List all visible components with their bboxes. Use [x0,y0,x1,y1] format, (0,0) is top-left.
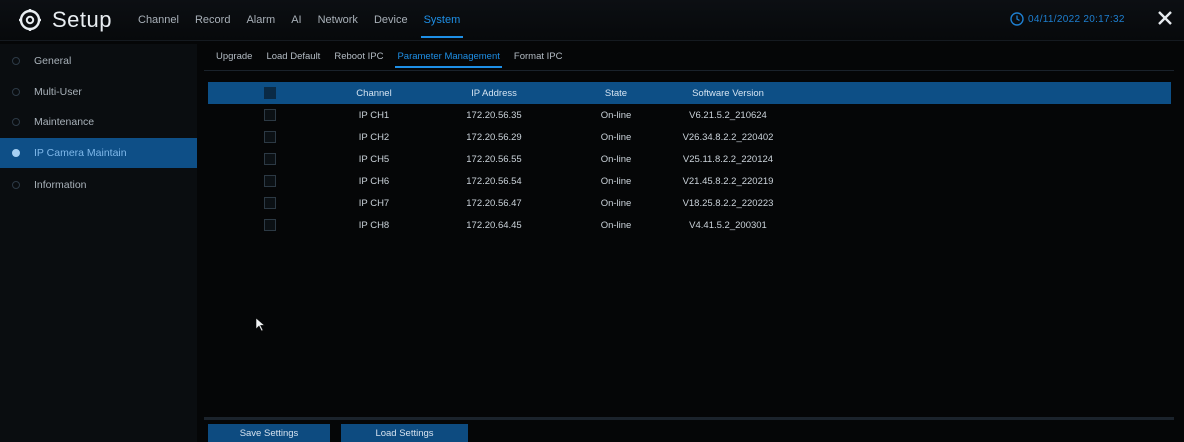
cell-channel: IP CH6 [358,175,390,187]
menu-system[interactable]: System [420,14,463,38]
cell-channel: IP CH1 [358,109,390,121]
cell-state: On-line [600,197,632,209]
cell-version: V26.34.8.2.2_220402 [682,131,774,143]
cell-state: On-line [600,175,632,187]
clock-icon [1010,12,1024,26]
row-checkbox[interactable] [264,197,276,209]
tab-format-ipc[interactable]: Format IPC [514,51,563,62]
menu-alarm[interactable]: Alarm [246,14,275,26]
header-ip-address: IP Address [471,87,517,99]
cell-channel: IP CH2 [358,131,390,143]
datetime-display: 04/11/2022 20:17:32 [1010,12,1125,26]
cell-ip: 172.20.56.47 [466,197,522,209]
tab-reboot-ipc[interactable]: Reboot IPC [334,51,383,62]
cell-ip: 172.20.56.54 [466,175,522,187]
cell-state: On-line [600,131,632,143]
cell-version: V21.45.8.2.2_220219 [682,175,774,187]
cell-version: V6.21.5.2_210624 [689,109,767,121]
divider [204,417,1174,420]
select-all-checkbox[interactable] [264,87,276,99]
ipc-table: Channel IP Address State Software Versio… [208,82,1171,236]
datetime-text: 04/11/2022 20:17:32 [1028,13,1125,25]
header-software-version: Software Version [692,87,764,99]
close-icon[interactable] [1153,6,1177,30]
sidebar-item-label: General [34,55,72,67]
bullet-icon [12,118,20,126]
cell-version: V18.25.8.2.2_220223 [682,197,774,209]
row-checkbox[interactable] [264,175,276,187]
sidebar-item-maintenance[interactable]: Maintenance [0,107,197,137]
bullet-icon [12,88,20,96]
menu-channel[interactable]: Channel [138,14,179,26]
cell-state: On-line [600,153,632,165]
cell-ip: 172.20.56.55 [466,153,522,165]
table-row[interactable]: IP CH1 172.20.56.35 On-line V6.21.5.2_21… [208,104,1171,126]
sidebar: General Multi-User Maintenance IP Camera… [0,44,197,442]
cell-version: V4.41.5.2_200301 [689,219,767,231]
sidebar-item-information[interactable]: Information [0,170,197,200]
table-row[interactable]: IP CH2 172.20.56.29 On-line V26.34.8.2.2… [208,126,1171,148]
cell-ip: 172.20.64.45 [466,219,522,231]
row-checkbox[interactable] [264,219,276,231]
sidebar-item-label: Information [34,179,87,191]
sidebar-item-ip-camera-maintain[interactable]: IP Camera Maintain [0,138,197,168]
menu-ai[interactable]: AI [291,14,301,26]
menu-record[interactable]: Record [195,14,230,26]
table-row[interactable]: IP CH8 172.20.64.45 On-line V4.41.5.2_20… [208,214,1171,236]
cell-state: On-line [600,109,632,121]
divider [204,70,1174,71]
sidebar-item-label: Maintenance [34,116,95,128]
app-title: Setup [52,7,112,32]
load-settings-button[interactable]: Load Settings [341,424,468,442]
cell-channel: IP CH7 [358,197,390,209]
top-bar: Setup Channel Record Alarm AI Network De… [0,0,1184,41]
sub-tabs: Upgrade Load Default Reboot IPC Paramete… [216,46,576,68]
sidebar-item-label: Multi-User [34,86,82,98]
menu-network[interactable]: Network [318,14,358,26]
mouse-pointer-icon [256,318,266,332]
bullet-icon [12,57,20,65]
sidebar-item-label: IP Camera Maintain [34,147,127,159]
row-checkbox[interactable] [264,153,276,165]
row-checkbox[interactable] [264,109,276,121]
sidebar-item-multi-user[interactable]: Multi-User [0,77,197,107]
gear-icon [19,9,41,31]
table-row[interactable]: IP CH6 172.20.56.54 On-line V21.45.8.2.2… [208,170,1171,192]
logo: Setup [18,7,112,33]
tab-upgrade[interactable]: Upgrade [216,51,252,62]
bullet-icon [12,181,20,189]
sidebar-item-general[interactable]: General [0,46,197,76]
tab-load-default[interactable]: Load Default [266,51,320,62]
cell-channel: IP CH5 [358,153,390,165]
save-settings-button[interactable]: Save Settings [208,424,330,442]
bullet-icon [12,149,20,157]
menu-device[interactable]: Device [374,14,408,26]
cell-ip: 172.20.56.29 [466,131,522,143]
header-state: State [604,87,628,99]
top-menu: Channel Record Alarm AI Network Device S… [138,0,476,40]
tab-parameter-management[interactable]: Parameter Management [395,51,503,68]
table-row[interactable]: IP CH7 172.20.56.47 On-line V18.25.8.2.2… [208,192,1171,214]
row-checkbox[interactable] [264,131,276,143]
cell-channel: IP CH8 [358,219,390,231]
cell-state: On-line [600,219,632,231]
header-channel: Channel [356,87,392,99]
table-row[interactable]: IP CH5 172.20.56.55 On-line V25.11.8.2.2… [208,148,1171,170]
table-header: Channel IP Address State Software Versio… [208,82,1171,104]
cell-version: V25.11.8.2.2_220124 [682,153,774,165]
cell-ip: 172.20.56.35 [466,109,522,121]
